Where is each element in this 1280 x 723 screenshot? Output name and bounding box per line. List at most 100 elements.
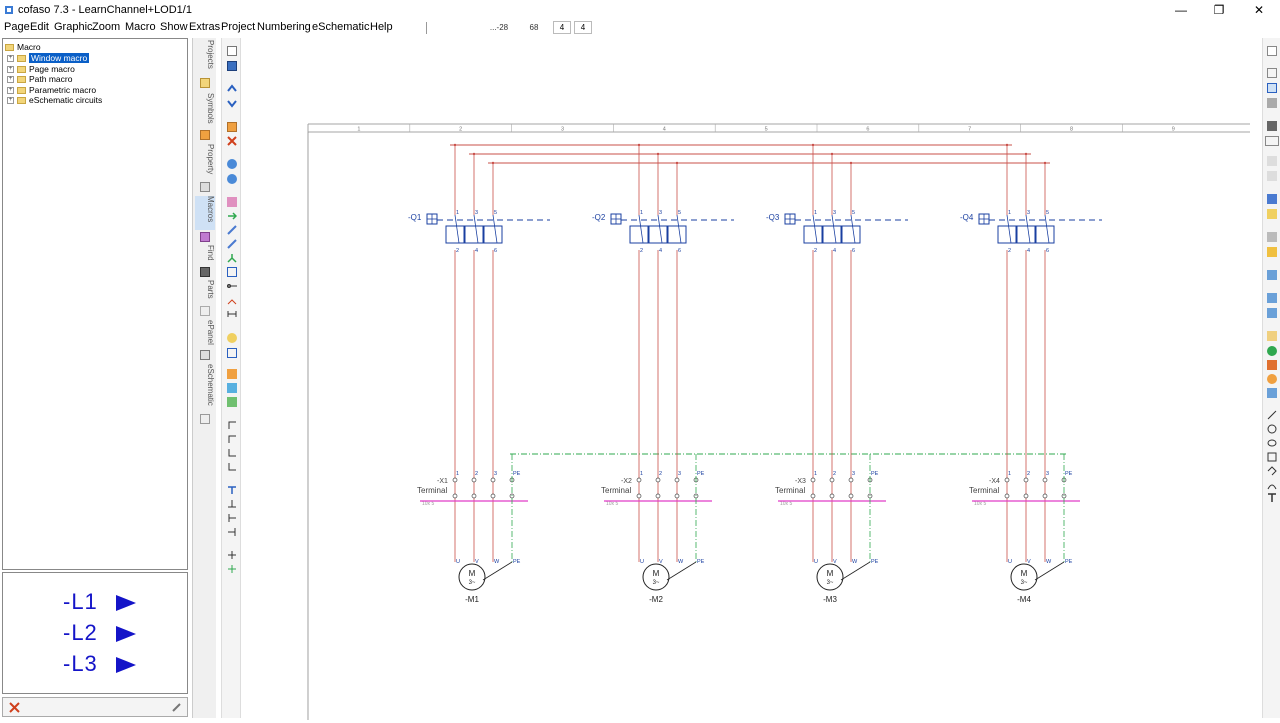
tree-item-window-macro[interactable]: + Window macro: [7, 53, 90, 64]
tool-c-icon[interactable]: [1267, 270, 1277, 280]
connection-tool-icon[interactable]: [227, 281, 237, 291]
corner-tool-1-icon[interactable]: [227, 420, 237, 430]
tool-g-icon[interactable]: [1267, 346, 1277, 356]
delete-icon[interactable]: [227, 136, 237, 146]
tool-f-icon[interactable]: [1267, 331, 1277, 341]
t-junction-down-icon[interactable]: [227, 499, 237, 509]
pen-icon[interactable]: [1267, 194, 1277, 204]
corner-tool-3-icon[interactable]: [227, 448, 237, 458]
measure-tool-icon[interactable]: [227, 309, 237, 319]
tree-root-macro[interactable]: Macro: [5, 42, 41, 53]
tab-parts[interactable]: Parts: [195, 280, 215, 306]
grid-field-2[interactable]: 4: [574, 21, 592, 34]
tab-find[interactable]: Find: [195, 245, 215, 267]
terminal-pin-number: 2: [475, 471, 478, 477]
drawing-canvas[interactable]: 1 2 3 4 5 6 7 8 9 -Q1 1 2 3 4 5 6 -X1 Terminal 10x 5 1 2 3 PE M…: [243, 38, 1261, 720]
circle-icon[interactable]: [1267, 424, 1277, 434]
pen-tool-icon[interactable]: [227, 225, 237, 235]
tool-a-icon[interactable]: [1267, 232, 1277, 242]
close-button[interactable]: ✕: [1240, 0, 1278, 20]
m05-icon[interactable]: [1265, 136, 1279, 146]
terminal-pin-number: 1: [640, 471, 643, 477]
search-bar[interactable]: [2, 697, 188, 717]
corner-tool-4-icon[interactable]: [227, 462, 237, 472]
arrow-tool-icon[interactable]: [227, 211, 237, 221]
page-up-icon[interactable]: [227, 84, 237, 94]
polyline-icon[interactable]: [1267, 466, 1277, 476]
page-properties-icon[interactable]: [1267, 46, 1277, 56]
t-junction-right-icon[interactable]: [227, 527, 237, 537]
layer-1-icon[interactable]: [1267, 156, 1277, 166]
menu-show[interactable]: Show: [160, 21, 188, 33]
redo-icon[interactable]: [227, 174, 237, 184]
tool-j-icon[interactable]: [1267, 388, 1277, 398]
menu-project[interactable]: Project: [221, 21, 255, 33]
grid-icon[interactable]: [1267, 68, 1277, 78]
rectangle-icon[interactable]: [1267, 452, 1277, 462]
text-icon[interactable]: [1267, 493, 1277, 503]
edit-icon[interactable]: [171, 702, 182, 713]
menu-help[interactable]: Help: [370, 21, 393, 33]
expand-icon[interactable]: +: [7, 76, 14, 84]
corner-tool-2-icon[interactable]: [227, 434, 237, 444]
tab-projects[interactable]: Projects: [195, 40, 215, 74]
macro-edit-icon[interactable]: [227, 397, 237, 407]
tool-d-icon[interactable]: [1267, 293, 1277, 303]
zoom-icon[interactable]: [227, 333, 237, 343]
expand-icon[interactable]: +: [7, 87, 14, 95]
tool-e-icon[interactable]: [1267, 308, 1277, 318]
tree-item-path-macro[interactable]: + Path macro: [7, 74, 72, 85]
page-down-icon[interactable]: [227, 98, 237, 108]
tab-eschematic[interactable]: eSchematic: [195, 364, 215, 412]
arc-icon[interactable]: [1267, 480, 1277, 490]
cross-junction-dot-icon[interactable]: [227, 564, 237, 574]
minimize-button[interactable]: —: [1162, 0, 1200, 20]
t-junction-left-icon[interactable]: [227, 513, 237, 523]
menu-graphic[interactable]: Graphic: [54, 21, 93, 33]
t-junction-tool-icon[interactable]: [227, 485, 237, 495]
undo-icon[interactable]: [227, 159, 237, 169]
ellipse-icon[interactable]: [1267, 438, 1277, 448]
lock-icon[interactable]: [1267, 121, 1277, 131]
menu-eschematic[interactable]: eSchematic: [312, 21, 369, 33]
cross-junction-icon[interactable]: [227, 550, 237, 560]
expand-icon[interactable]: +: [7, 55, 14, 63]
contact-number-top: 3: [1027, 210, 1030, 216]
clear-icon[interactable]: [9, 702, 20, 713]
menu-macro[interactable]: Macro: [125, 21, 156, 33]
copy-icon[interactable]: [227, 122, 237, 132]
line-icon[interactable]: [1267, 410, 1277, 420]
macro-insert-icon[interactable]: [227, 369, 237, 379]
pencil-tool-icon[interactable]: [227, 239, 237, 249]
print-icon[interactable]: [1267, 98, 1277, 108]
menu-edit[interactable]: Edit: [30, 21, 49, 33]
menu-page[interactable]: Page: [4, 21, 30, 33]
layout-icon[interactable]: [1267, 83, 1277, 93]
network-tool-icon[interactable]: [227, 253, 237, 263]
tool-i-icon[interactable]: [1267, 374, 1277, 384]
layer-2-icon[interactable]: [1267, 171, 1277, 181]
menu-extras[interactable]: Extras: [189, 21, 220, 33]
break-tool-icon[interactable]: [227, 295, 237, 305]
new-page-icon[interactable]: [227, 46, 237, 56]
macro-save-icon[interactable]: [227, 383, 237, 393]
warning-icon[interactable]: [1267, 209, 1277, 219]
tree-item-eschematic-circuits[interactable]: + eSchematic circuits: [7, 95, 102, 106]
restore-button[interactable]: ❐: [1200, 0, 1238, 20]
grid-field-1[interactable]: 4: [553, 21, 571, 34]
expand-icon[interactable]: +: [7, 97, 14, 105]
tab-macros[interactable]: Macros: [195, 196, 215, 230]
save-icon[interactable]: [227, 61, 237, 71]
zoom-window-icon[interactable]: [227, 348, 237, 358]
schematic-drawing[interactable]: 1 2 3 4 5 6 7 8 9-Q1 123456-X1Terminal10x 51 2 3 PEM…: [243, 38, 1261, 720]
menu-numbering[interactable]: Numbering: [257, 21, 311, 33]
expand-icon[interactable]: +: [7, 66, 14, 74]
tab-symbols[interactable]: Symbols: [195, 93, 215, 127]
select-area-icon[interactable]: [227, 267, 237, 277]
tab-property[interactable]: Property: [195, 144, 215, 182]
tab-epanel[interactable]: ePanel: [195, 320, 215, 350]
eraser-icon[interactable]: [227, 197, 237, 207]
tool-h-icon[interactable]: [1267, 360, 1277, 370]
tool-b-icon[interactable]: [1267, 247, 1277, 257]
menu-zoom[interactable]: Zoom: [92, 21, 120, 33]
